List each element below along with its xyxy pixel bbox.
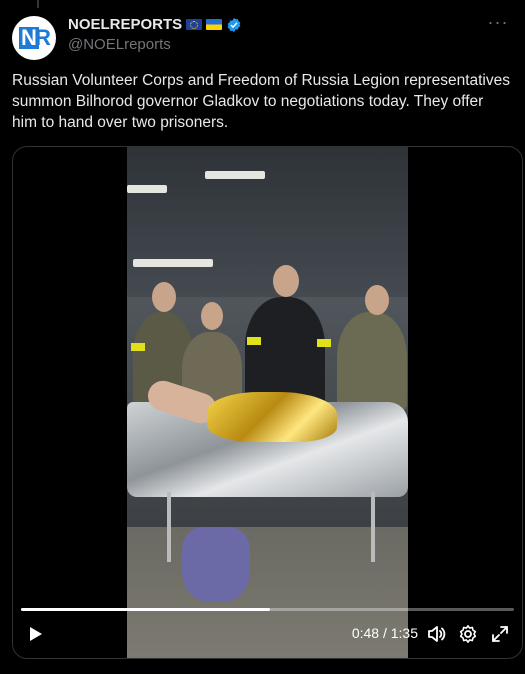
video-time: 0:48 / 1:35 [351,625,418,641]
fullscreen-icon[interactable] [490,624,510,644]
scene-gold-blanket [207,392,337,442]
avatar-logo-r: R [35,25,51,50]
scene-head [152,282,176,312]
scene-person [337,312,407,412]
scene-head [365,285,389,315]
scene-lamp [133,259,213,267]
scene-head [201,302,223,330]
thread-line [37,0,39,8]
scene-bag [182,527,250,602]
video-player[interactable]: 0:48 / 1:35 [12,146,523,659]
name-row: NOELREPORTS [68,16,242,33]
scene-lamp [205,171,265,179]
video-progress-fill [21,608,270,611]
eu-flag-icon [186,19,203,30]
scene-head [273,265,299,297]
scene-armband [247,337,261,345]
more-icon[interactable]: ··· [485,12,511,32]
settings-icon[interactable] [458,624,478,644]
volume-icon[interactable] [426,624,446,644]
play-icon[interactable] [25,624,45,644]
avatar[interactable]: N R [12,16,56,60]
video-frame[interactable] [127,147,408,658]
tweet-text: Russian Volunteer Corps and Freedom of R… [12,72,510,131]
handle[interactable]: @NOELreports [68,36,171,53]
scene-ceiling [127,147,408,297]
scene-lamp [127,185,167,193]
display-name[interactable]: NOELREPORTS [68,16,182,33]
tweet-header: N R NOELREPORTS @NOELreports ··· [12,12,513,60]
video-progress-bar[interactable] [21,608,514,611]
scene-armband [131,343,145,351]
scene-person [245,297,325,407]
video-controls: 0:48 / 1:35 [13,612,522,658]
scene-armband [317,339,331,347]
verified-badge-icon [227,17,241,32]
ukraine-flag-icon [206,19,223,30]
